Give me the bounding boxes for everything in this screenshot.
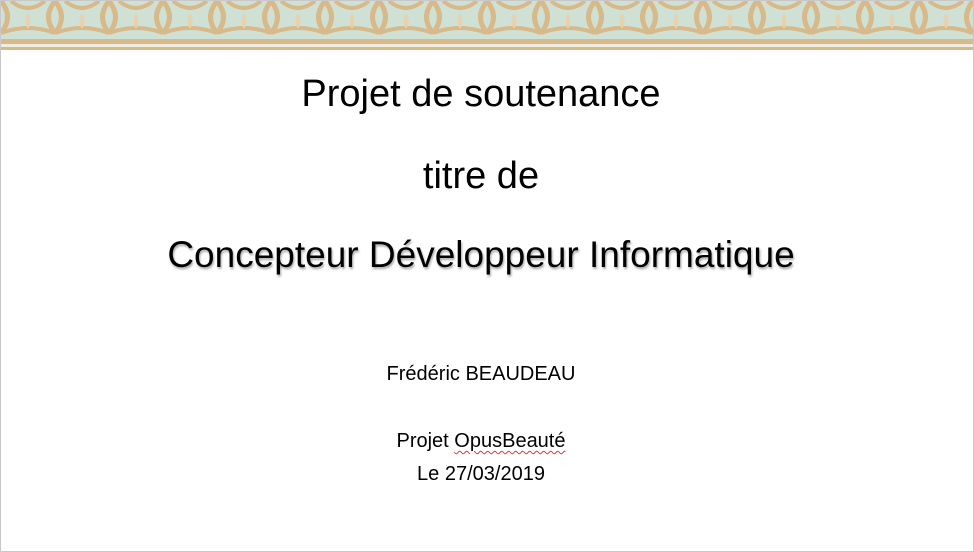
title-line-2: titre de bbox=[422, 155, 540, 197]
presentation-slide: Projet de soutenance titre de Concepteur… bbox=[0, 0, 974, 552]
project-line: Projet OpusBeauté bbox=[1, 430, 961, 453]
title-line-1: Projet de soutenance bbox=[301, 73, 661, 115]
main-title: Concepteur Développeur Informatique bbox=[167, 234, 795, 275]
author-name: Frédéric BEAUDEAU bbox=[386, 363, 576, 385]
presentation-date: Le 27/03/2019 bbox=[417, 463, 545, 485]
project-name: OpusBeauté bbox=[454, 430, 566, 452]
project-prefix: Projet bbox=[396, 430, 455, 452]
slide-content: Projet de soutenance titre de Concepteur… bbox=[1, 1, 973, 551]
